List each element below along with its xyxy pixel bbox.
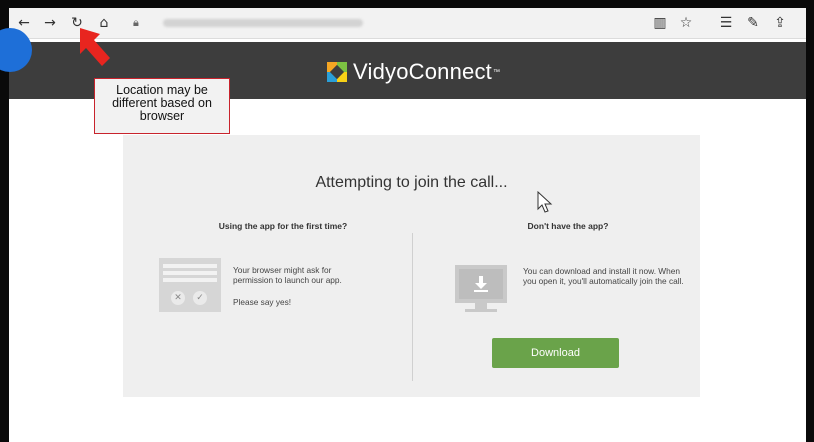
forward-arrow-icon[interactable]: →	[39, 12, 61, 34]
join-call-title: Attempting to join the call...	[315, 174, 508, 191]
reading-view-icon[interactable]: ▥	[649, 12, 671, 34]
permission-dialog-illustration: ✕ ✓	[159, 258, 221, 312]
logo-text: VidyoConnect	[353, 59, 492, 84]
address-bar[interactable]: 🔒︎	[133, 14, 623, 32]
first-time-heading: Using the app for the first time?	[218, 221, 348, 231]
deny-x-icon: ✕	[171, 291, 185, 305]
column-divider	[412, 233, 413, 381]
location-callout: Location may be different based on brows…	[94, 78, 230, 134]
share-icon[interactable]: ⇪	[769, 12, 791, 34]
screen-frame-right	[806, 0, 814, 442]
vidyoconnect-logo: VidyoConnect ™	[327, 59, 500, 85]
permission-text: Your browser might ask for permission to…	[233, 265, 342, 285]
favorite-star-icon[interactable]: ☆	[675, 12, 697, 34]
logo-trademark: ™	[492, 68, 500, 76]
say-yes-text: Please say yes!	[233, 297, 292, 307]
pen-icon[interactable]: ✎	[742, 12, 764, 34]
favorites-list-icon[interactable]: ☰	[715, 12, 737, 34]
browser-toolbar: ← → ↻ ⌂ 🔒︎ ▥ ☆ ☰ ✎ ⇪	[9, 8, 806, 39]
download-monitor-illustration	[455, 265, 507, 315]
download-instructions-text: You can download and install it now. Whe…	[523, 266, 684, 286]
lock-icon: 🔒︎	[133, 16, 139, 29]
no-app-heading: Don't have the app?	[527, 221, 609, 231]
allow-check-icon: ✓	[193, 291, 207, 305]
mouse-cursor-icon	[537, 191, 553, 213]
browser-window: ← → ↻ ⌂ 🔒︎ ▥ ☆ ☰ ✎ ⇪ VidyoConnect ™ Attem…	[9, 8, 806, 442]
callout-arrow-icon	[80, 28, 110, 66]
join-call-panel: Attempting to join the call... Using the…	[123, 135, 700, 397]
address-url-blurred	[163, 19, 363, 27]
vidyo-logo-icon	[327, 62, 347, 82]
download-button[interactable]: Download	[492, 338, 619, 368]
download-icon	[474, 276, 488, 292]
